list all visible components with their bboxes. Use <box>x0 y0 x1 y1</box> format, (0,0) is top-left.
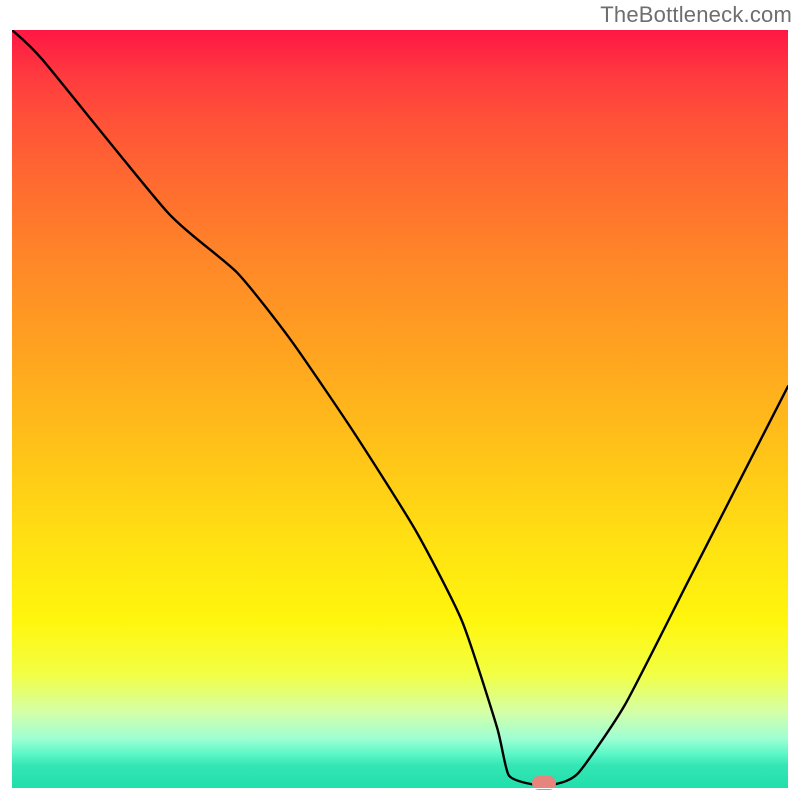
bottleneck-curve-path <box>12 30 788 785</box>
watermark-text: TheBottleneck.com <box>600 2 792 28</box>
chart-container: TheBottleneck.com <box>0 0 800 800</box>
optimal-point-marker <box>532 776 556 790</box>
plot-area <box>12 30 788 788</box>
curve-svg <box>12 30 788 788</box>
